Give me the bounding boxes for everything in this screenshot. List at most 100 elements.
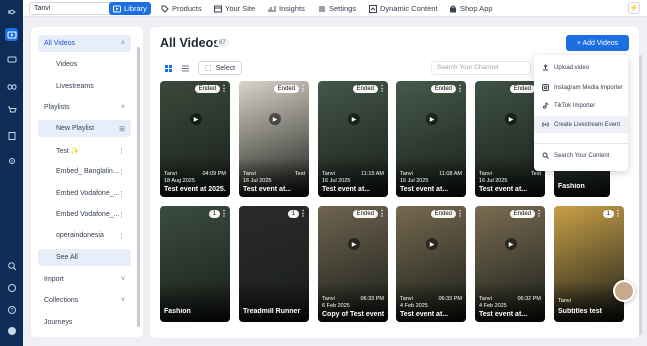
card-owner: Tanvi (479, 296, 492, 302)
help-icon[interactable]: ? (5, 303, 18, 316)
sidebar-item-import[interactable]: Import ˅ (38, 271, 131, 288)
infinity-icon[interactable] (5, 80, 18, 93)
card-time: Test (294, 171, 305, 177)
tab-settings[interactable]: Settings (318, 2, 356, 15)
sidebar-item-playlist[interactable]: Embed_ Banglalin... ⋮ (38, 163, 131, 180)
status-badge: Ended (509, 210, 535, 218)
play-icon[interactable]: ▶ (505, 113, 517, 125)
sidebar-item-playlist[interactable]: Embed Vodafone_... ⋮ (38, 206, 131, 223)
video-card[interactable]: Ended ⋮ ▶ Tanvi 06:33 PM 4 Feb 2025 Test event… (396, 206, 466, 322)
more-icon[interactable]: ⋮ (118, 211, 125, 219)
more-options-icon[interactable]: ⋮ (220, 210, 228, 218)
video-card[interactable]: 1 ⋮ Treadmill Runner (239, 206, 309, 322)
svg-text:?: ? (10, 308, 13, 314)
play-icon[interactable]: ▶ (426, 113, 438, 125)
profile-icon[interactable] (5, 324, 18, 337)
card-time: 06:33 PM (360, 296, 384, 302)
tab-library[interactable]: Library (109, 2, 151, 15)
status-badge: Ended (509, 85, 535, 93)
select-button[interactable]: ⬚ Select (198, 61, 242, 75)
menu-item-tiktok-importer[interactable]: TikTok Importer (534, 97, 628, 114)
chat-icon[interactable] (5, 53, 18, 66)
card-title: Subtitles test (558, 308, 602, 315)
play-icon[interactable]: ▶ (426, 238, 438, 250)
menu-item-create-livestream[interactable]: Create Livestream Event (534, 116, 628, 133)
upload-icon (543, 64, 548, 71)
video-card[interactable]: Ended ⋮ ▶ Tanvi 04:09 PM 18 Aug 2025 Test even… (160, 81, 230, 197)
gear-icon[interactable] (5, 154, 18, 167)
video-card[interactable]: Ended ⋮ ▶ Tanvi 06:32 PM 4 Feb 2025 Test event… (475, 206, 545, 322)
card-title: Test event at... (322, 186, 371, 193)
sidebar-item-playlists[interactable]: Playlists ˄ (38, 99, 131, 116)
sidebar-item-journeys[interactable]: Journeys (38, 314, 131, 331)
tab-shop-app[interactable]: Shop App (449, 2, 493, 15)
video-library-icon[interactable] (5, 28, 18, 41)
sidebar-item-collections[interactable]: Collections ˅ (38, 292, 131, 309)
dynamic-icon (369, 4, 377, 13)
more-options-icon[interactable]: ⋮ (220, 85, 228, 93)
card-owner: Tanvi (479, 171, 492, 177)
card-date: 4 Feb 2025 (479, 303, 507, 309)
more-icon[interactable]: ⋮ (118, 190, 125, 198)
card-owner: Tanvi (243, 171, 256, 177)
play-icon[interactable]: ▶ (190, 113, 202, 125)
video-card[interactable]: 1 ⋮ Tanvi Subtitles test (554, 206, 624, 322)
tab-dynamic-content[interactable]: Dynamic Content (369, 2, 438, 15)
chevron-down-icon: ˅ (120, 297, 125, 304)
more-options-icon[interactable]: ⋮ (378, 210, 386, 218)
search-icon[interactable] (5, 259, 18, 272)
more-options-icon[interactable]: ⋮ (456, 210, 464, 218)
play-icon[interactable]: ▶ (505, 238, 517, 250)
video-card[interactable]: Ended ⋮ ▶ Tanvi 06:33 PM 6 Feb 2025 Copy of Te… (318, 206, 388, 322)
more-icon[interactable]: ⋮ (118, 168, 125, 176)
more-options-icon[interactable]: ⋮ (456, 85, 464, 93)
more-options-icon[interactable]: ⋮ (378, 85, 386, 93)
product-count-badge: 1 (287, 210, 299, 218)
video-card[interactable]: Ended⋮ ▶ Tanvi Test 16 Jul 2025 Test event at… (239, 81, 309, 197)
tab-your-site[interactable]: Your Site (214, 2, 255, 15)
sidebar-item-see-all[interactable]: See All (38, 249, 131, 266)
video-card[interactable]: 1 ⋮ Fashion (160, 206, 230, 322)
tab-insights[interactable]: Insights (268, 2, 305, 15)
video-card[interactable]: Ended ⋮ ▶ Tanvi 11:15 AM 16 Jul 2025 Test even… (318, 81, 388, 197)
logo-icon[interactable] (5, 5, 18, 18)
more-options-icon[interactable]: ⋮ (299, 210, 307, 218)
card-time: 06:33 PM (438, 296, 462, 302)
more-icon[interactable]: ⋮ (118, 232, 125, 240)
search-input[interactable]: Search Your Channel (431, 61, 531, 75)
tag-icon (161, 5, 169, 13)
video-card[interactable]: Ended ⋮ ▶ Tanvi 11:08 AM 16 Jul 2025 Test even… (396, 81, 466, 197)
sidebar-item-all-videos[interactable]: All Videos ˄ (38, 35, 131, 52)
more-icon[interactable]: ⋮ (118, 147, 125, 155)
cart-icon[interactable] (5, 103, 18, 116)
more-options-icon[interactable]: ⋮ (299, 85, 307, 93)
message-icon[interactable] (5, 281, 18, 294)
play-icon[interactable]: ▶ (348, 113, 360, 125)
grid-view-icon[interactable] (162, 62, 174, 74)
sidebar-item-new-playlist[interactable]: New Playlist ⊞ (38, 120, 131, 137)
play-icon[interactable]: ▶ (348, 238, 360, 250)
menu-item-upload-video[interactable]: Upload video (534, 59, 628, 76)
list-view-icon[interactable] (179, 62, 191, 74)
main-scrollbar[interactable] (639, 55, 642, 335)
sidebar-scrollbar[interactable] (137, 47, 140, 327)
pages-icon[interactable] (5, 129, 18, 142)
more-options-icon[interactable]: ⋮ (535, 210, 543, 218)
sidebar-item-playlist[interactable]: Test ✨ ⋮ (38, 142, 131, 159)
sidebar-item-playlist[interactable]: Embed Vodafone_... ⋮ (38, 185, 131, 202)
add-playlist-icon[interactable]: ⊞ (119, 125, 125, 133)
add-videos-button[interactable]: + Add Videos (566, 35, 629, 51)
tab-products[interactable]: Products (161, 2, 202, 15)
card-date: 16 Jul 2025 (243, 178, 272, 184)
card-meta: Tanvi 11:15 AM (322, 171, 384, 177)
sidebar-item-videos[interactable]: Videos (38, 56, 131, 73)
more-options-icon[interactable]: ⋮ (614, 210, 622, 218)
sidebar-item-livestreams[interactable]: Livestreams (38, 78, 131, 95)
bolt-icon[interactable]: ⚡ (628, 2, 640, 14)
menu-item-search-content[interactable]: Search Your Content (534, 147, 628, 164)
card-title: Test event at... (400, 311, 449, 318)
menu-item-instagram-importer[interactable]: Instagram Media Importer (534, 79, 628, 96)
support-avatar[interactable] (613, 280, 635, 302)
sidebar-item-playlist[interactable]: operaindonesia ⋮ (38, 227, 131, 244)
play-icon[interactable]: ▶ (269, 113, 281, 125)
